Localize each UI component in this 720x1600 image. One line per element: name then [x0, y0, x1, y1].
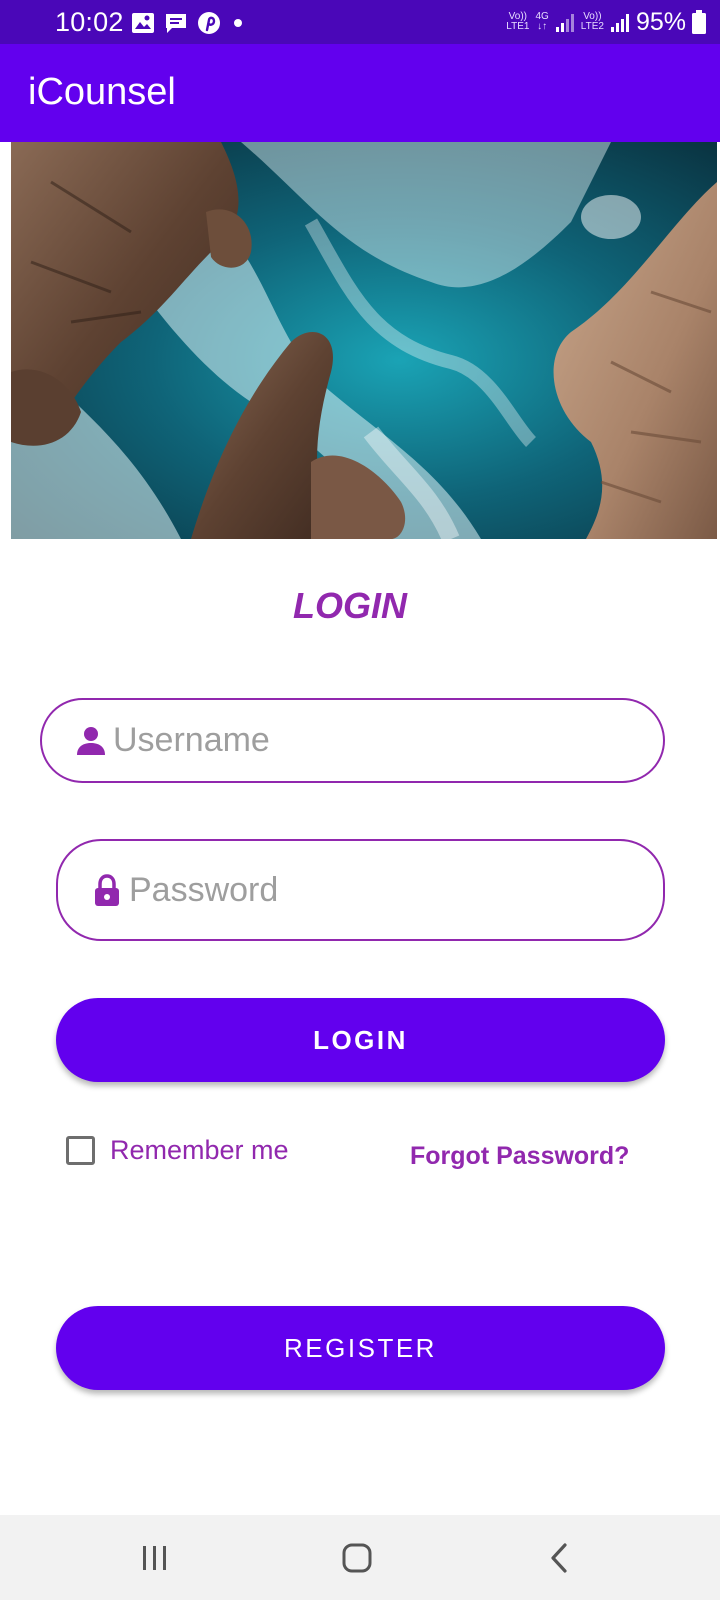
- remember-me-checkbox[interactable]: [66, 1136, 95, 1165]
- dot-icon: [234, 19, 242, 27]
- coastline-photo: [11, 142, 717, 539]
- volte-lte2-bottom: LTE2: [580, 21, 604, 32]
- username-input[interactable]: [113, 721, 593, 760]
- hero-image: [11, 142, 717, 539]
- volte-lte2-indicator: Vo)) LTE2: [581, 12, 604, 32]
- 4g-indicator: 4G ↓↑: [535, 12, 548, 32]
- login-button[interactable]: LOGIN: [56, 998, 665, 1082]
- volte-lte1-bottom: LTE1: [506, 21, 530, 32]
- username-field[interactable]: [40, 698, 665, 783]
- password-input[interactable]: [129, 870, 609, 910]
- gallery-icon: [132, 13, 154, 33]
- person-icon: [77, 726, 105, 755]
- remember-me-label[interactable]: Remember me: [110, 1135, 289, 1166]
- recents-icon: [143, 1545, 166, 1570]
- system-status-icons: Vo)) LTE1 4G ↓↑ Vo)) LTE2 95%: [506, 6, 706, 38]
- signal-strength-1-icon: [555, 14, 574, 32]
- app-bar: iCounsel: [0, 44, 720, 142]
- pinterest-icon: [198, 12, 220, 34]
- app-title: iCounsel: [28, 71, 176, 113]
- password-field[interactable]: [56, 839, 665, 941]
- status-bar: 10:02 Vo)) LTE1 4G ↓↑ Vo)) LTE2 95%: [0, 0, 720, 44]
- forgot-password-link[interactable]: Forgot Password?: [410, 1142, 629, 1171]
- remember-me-row[interactable]: Remember me: [66, 1135, 289, 1166]
- recents-button[interactable]: [95, 1515, 215, 1600]
- login-title: LOGIN: [293, 585, 407, 626]
- home-icon: [342, 1543, 372, 1572]
- lock-icon: [95, 874, 119, 906]
- volte-lte1-indicator: Vo)) LTE1: [506, 12, 529, 32]
- home-button[interactable]: [297, 1515, 417, 1600]
- status-time: 10:02: [55, 7, 124, 37]
- message-icon: [166, 14, 186, 33]
- 4g-bottom: ↓↑: [537, 21, 548, 32]
- back-icon: [551, 1542, 567, 1573]
- system-nav-bar: [0, 1515, 720, 1600]
- battery-icon: [692, 10, 706, 34]
- notification-icons: [131, 10, 246, 36]
- register-button[interactable]: REGISTER: [56, 1306, 665, 1390]
- signal-strength-2-icon: [610, 14, 629, 32]
- battery-percent: 95%: [635, 7, 686, 36]
- back-button[interactable]: [499, 1515, 619, 1600]
